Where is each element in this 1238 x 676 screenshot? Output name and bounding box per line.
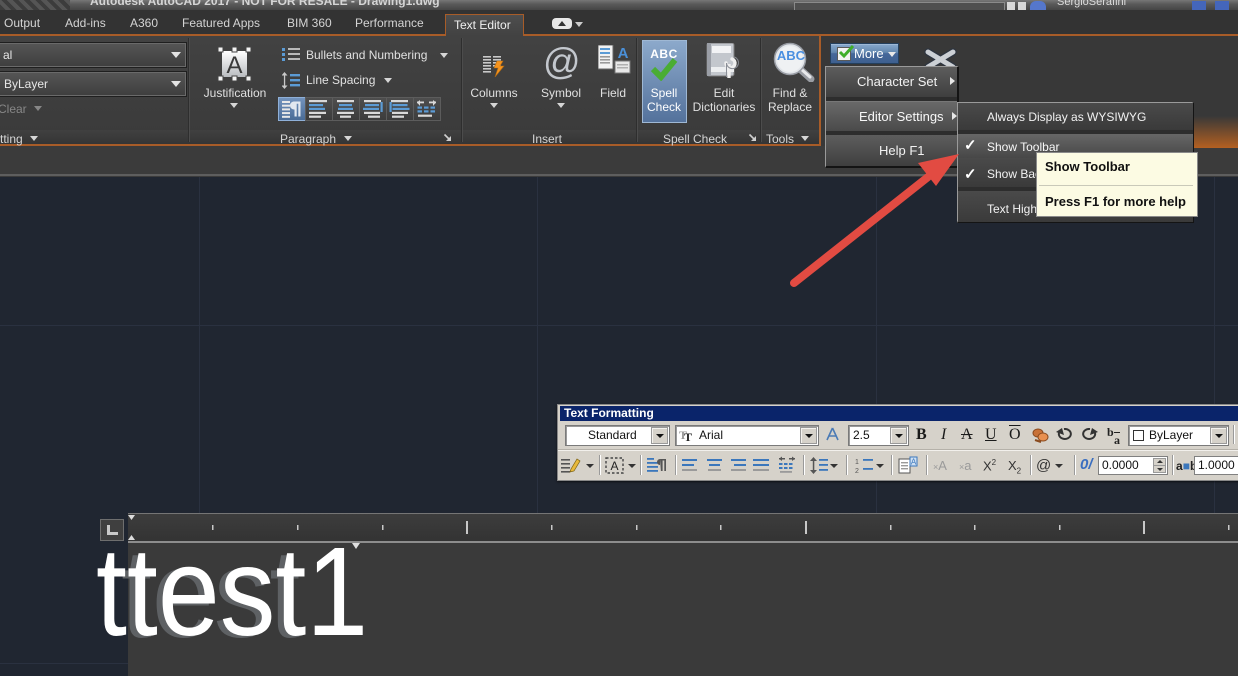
svg-text:ABC: ABC: [777, 48, 806, 63]
svg-text:A: A: [226, 52, 242, 79]
svg-text:T: T: [684, 430, 692, 442]
svg-text:2: 2: [855, 468, 859, 474]
svg-text:A: A: [610, 459, 618, 473]
svg-text:1: 1: [855, 459, 859, 466]
svg-text:A: A: [911, 458, 917, 467]
svg-text:A: A: [618, 45, 629, 62]
